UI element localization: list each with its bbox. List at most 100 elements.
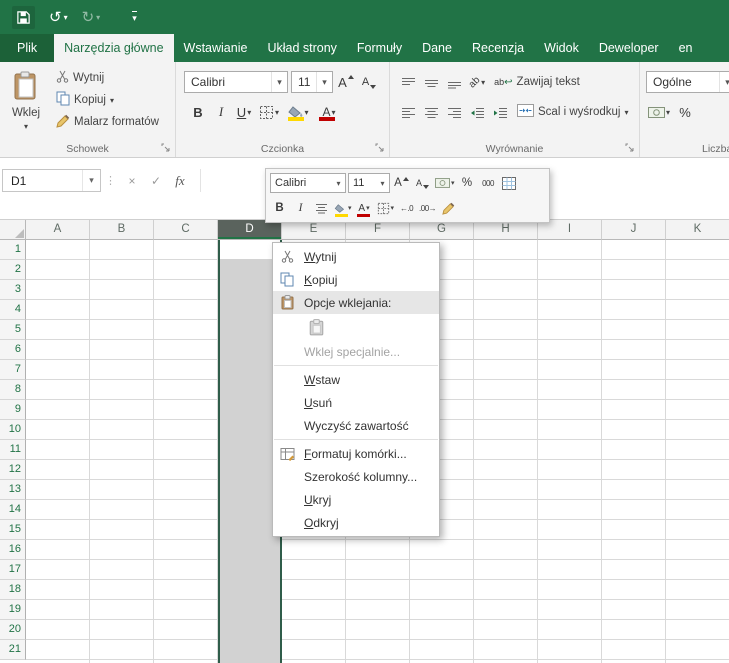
decrease-font-size-icon[interactable]: A [359,71,379,93]
formula-bar-grip-icon[interactable]: ⋮ [105,174,116,187]
mini-bold-button[interactable]: B [270,198,289,218]
align-bottom-icon[interactable] [444,71,464,93]
row-header-16[interactable]: 16 [0,540,26,560]
percent-style-icon[interactable]: % [675,101,695,123]
column-header-H[interactable]: H [474,220,538,240]
customize-quick-access-icon[interactable]: ▾ [132,11,137,24]
cancel-icon[interactable]: × [122,171,142,191]
bold-button[interactable]: B [188,101,208,123]
context-menu-item-copy[interactable]: Kopiuj [273,268,439,291]
tab-uklad-strony[interactable]: Układ strony [257,34,346,62]
wrap-text-button[interactable]: ab↩ Zawijaj tekst [490,71,584,93]
tab-wstawianie[interactable]: Wstawianie [174,34,258,62]
font-color-icon[interactable]: A ▾ [315,101,343,123]
tab-narzedzia-glowne[interactable]: Narzędzia główne [54,34,173,62]
mini-increase-decimal-icon[interactable]: ←.0 [397,198,416,218]
column-header-F[interactable]: F [346,220,410,240]
row-header-11[interactable]: 11 [0,440,26,460]
row-header-14[interactable]: 14 [0,500,26,520]
mini-font-name-combo[interactable]: Calibri▾ [270,173,346,193]
mini-accounting-format-icon[interactable]: ▾ [434,173,456,193]
tab-deweloper[interactable]: Deweloper [589,34,669,62]
align-middle-icon[interactable] [421,71,441,93]
mini-comma-style-icon[interactable]: 000 [479,173,498,193]
row-header-5[interactable]: 5 [0,320,26,340]
enter-icon[interactable]: ✓ [146,171,166,191]
context-menu-item-insert[interactable]: Wstaw [273,368,439,391]
column-header-J[interactable]: J [602,220,666,240]
column-header-D-selected[interactable]: D [218,220,282,240]
mini-font-size-combo[interactable]: 11▾ [348,173,390,193]
column-header-B[interactable]: B [90,220,154,240]
mini-font-color-icon[interactable]: A ▾ [355,198,374,218]
row-header-1[interactable]: 1 [0,240,26,260]
tab-formuly[interactable]: Formuły [347,34,412,62]
clipboard-dialog-launcher-icon[interactable] [161,143,172,154]
column-header-G[interactable]: G [410,220,474,240]
mini-fill-color-icon[interactable]: ▾ [333,198,353,218]
orientation-icon[interactable]: ab▾ [467,71,487,93]
align-right-icon[interactable] [444,101,464,123]
tab-recenzja[interactable]: Recenzja [462,34,534,62]
fill-color-icon[interactable]: ▾ [284,101,312,123]
align-top-icon[interactable] [398,71,418,93]
number-format-combo[interactable]: Ogólne ▾ [646,71,729,93]
align-center-icon[interactable] [421,101,441,123]
tab-dane[interactable]: Dane [412,34,462,62]
column-header-I[interactable]: I [538,220,602,240]
context-menu-item-clear-contents[interactable]: Wyczyść zawartość [273,414,439,437]
mini-borders-icon[interactable]: ▾ [376,198,396,218]
row-header-12[interactable]: 12 [0,460,26,480]
borders-icon[interactable]: ▾ [257,101,281,123]
row-header-21[interactable]: 21 [0,640,26,660]
paste-button[interactable]: Wklej ▾ [4,66,48,150]
row-header-9[interactable]: 9 [0,400,26,420]
format-painter-button[interactable]: Malarz formatów [52,111,163,133]
cut-button[interactable]: Wytnij [52,67,163,89]
paste-dropdown-icon[interactable]: ▾ [24,122,28,131]
merge-center-button[interactable]: Scal i wyśrodkuj ▾ [513,101,632,123]
mini-table-format-icon[interactable] [500,173,519,193]
italic-button[interactable]: I [211,101,231,123]
accounting-format-icon[interactable]: ▾ [646,101,672,123]
font-size-combo[interactable]: 11 ▾ [291,71,333,93]
redo-icon[interactable]: ↻▾ [82,8,101,26]
context-menu-item-format-cells[interactable]: Formatuj komórki... [273,442,439,465]
copy-dropdown-icon[interactable]: ▾ [110,96,114,105]
row-header-7[interactable]: 7 [0,360,26,380]
increase-font-size-icon[interactable]: A [336,71,356,93]
context-menu-item-cut[interactable]: Wytnij [273,245,439,268]
row-header-15[interactable]: 15 [0,520,26,540]
mini-italic-button[interactable]: I [291,198,310,218]
save-icon[interactable] [12,6,35,29]
column-header-C[interactable]: C [154,220,218,240]
column-header-E[interactable]: E [282,220,346,240]
row-header-4[interactable]: 4 [0,300,26,320]
insert-function-icon[interactable]: fx [170,171,190,191]
mini-percent-style-icon[interactable]: % [458,173,477,193]
increase-indent-icon[interactable] [490,101,510,123]
row-header-2[interactable]: 2 [0,260,26,280]
context-menu-item-unhide[interactable]: Odkryj [273,511,439,534]
row-header-17[interactable]: 17 [0,560,26,580]
context-menu-item-hide[interactable]: Ukryj [273,488,439,511]
underline-button[interactable]: U▾ [234,101,254,123]
row-header-6[interactable]: 6 [0,340,26,360]
column-header-A[interactable]: A [26,220,90,240]
align-left-icon[interactable] [398,101,418,123]
decrease-indent-icon[interactable] [467,101,487,123]
tab-plik[interactable]: Plik [0,34,54,62]
row-header-18[interactable]: 18 [0,580,26,600]
select-all-corner[interactable] [0,220,26,240]
mini-decrease-font-icon[interactable]: A [413,173,432,193]
mini-center-align-icon[interactable] [312,198,331,218]
font-name-combo[interactable]: Calibri ▾ [184,71,288,93]
context-menu-item-delete[interactable]: Usuń [273,391,439,414]
row-header-13[interactable]: 13 [0,480,26,500]
tab-en[interactable]: en [669,34,703,62]
alignment-dialog-launcher-icon[interactable] [625,143,636,154]
mini-format-painter-icon[interactable] [439,198,458,218]
copy-button[interactable]: Kopiuj ▾ [52,89,163,111]
row-header-3[interactable]: 3 [0,280,26,300]
row-header-8[interactable]: 8 [0,380,26,400]
